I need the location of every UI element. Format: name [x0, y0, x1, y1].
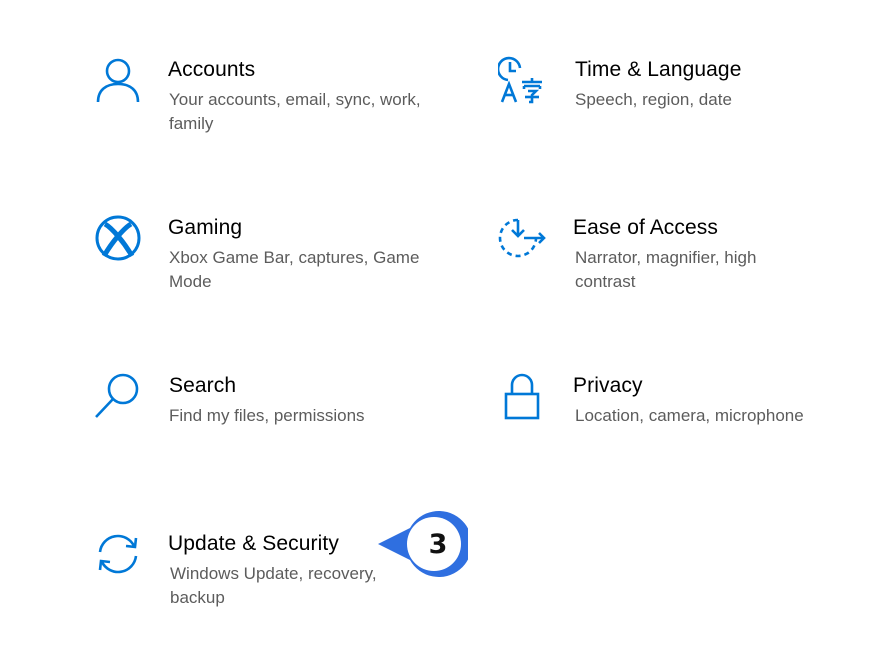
tile-time-language[interactable]: Time & Language Speech, region, date [498, 56, 818, 146]
tile-title: Gaming [168, 216, 243, 239]
person-icon [94, 56, 142, 104]
tile-description: Narrator, magnifier, high contrast [575, 248, 757, 291]
tile-title: Ease of Access [573, 216, 718, 239]
tile-accounts[interactable]: Accounts Your accounts, email, sync, wor… [94, 56, 421, 146]
tile-description: Speech, region, date [575, 90, 732, 109]
tile-description: Location, camera, microphone [575, 406, 804, 425]
tile-description: Your accounts, email, sync, work, family [169, 90, 421, 133]
tile-title: Update & Security [168, 532, 339, 555]
sync-icon [94, 530, 142, 578]
tile-title: Search [169, 374, 237, 397]
lock-icon [498, 372, 546, 420]
tile-search[interactable]: Search Find my files, permissions [94, 372, 414, 442]
tile-description: Xbox Game Bar, captures, Game Mode [169, 248, 420, 291]
tile-ease-of-access[interactable]: Ease of Access Narrator, magnifier, high… [498, 214, 818, 304]
search-icon [94, 372, 142, 420]
tile-gaming[interactable]: Gaming Xbox Game Bar, captures, Game Mod… [94, 214, 434, 304]
step-callout: 3 [376, 508, 468, 580]
xbox-icon [94, 214, 142, 262]
step-number: 3 [428, 528, 448, 560]
tile-description: Find my files, permissions [169, 406, 365, 425]
tile-title: Time & Language [575, 58, 742, 81]
tile-update-security[interactable]: Update & Security Windows Update, recove… [94, 530, 394, 620]
tile-title: Accounts [168, 58, 256, 81]
settings-page: Accounts Your accounts, email, sync, wor… [0, 0, 873, 648]
tile-title: Privacy [573, 374, 643, 397]
tile-description: Windows Update, recovery, backup [170, 564, 377, 607]
time-language-icon [498, 56, 546, 104]
tile-privacy[interactable]: Privacy Location, camera, microphone [498, 372, 828, 442]
ease-of-access-icon [498, 214, 546, 262]
